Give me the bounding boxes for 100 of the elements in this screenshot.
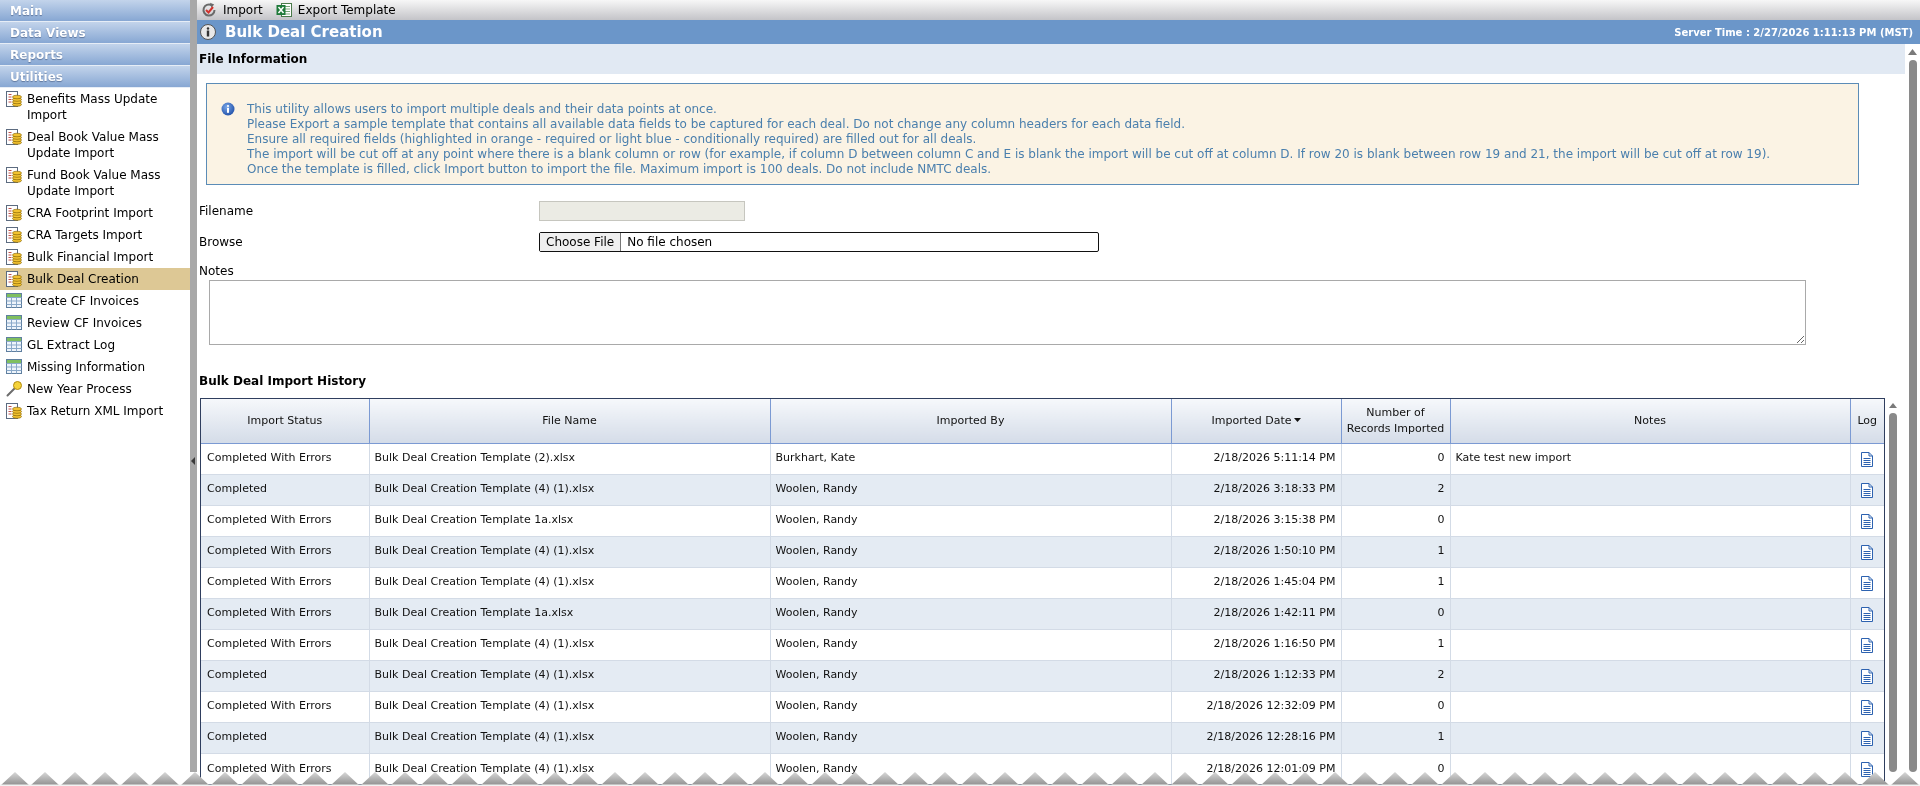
table-cell: 1 <box>1341 629 1450 660</box>
table-cell: Bulk Deal Creation Template (4) (1).xlsx <box>369 660 770 691</box>
table-cell: Woolen, Randy <box>770 505 1171 536</box>
table-cell: Woolen, Randy <box>770 660 1171 691</box>
document-coins-icon <box>6 249 22 265</box>
table-cell: 2 <box>1341 474 1450 505</box>
table-cell: Completed With Errors <box>201 536 369 567</box>
table-cell: Completed With Errors <box>201 567 369 598</box>
section-title: Bulk Deal Import History <box>199 374 367 388</box>
table-cell: Woolen, Randy <box>770 598 1171 629</box>
section-title: File Information <box>199 51 308 68</box>
document-coins-icon <box>6 129 22 145</box>
field-label: Filename <box>199 204 254 218</box>
table-cell: Bulk Deal Creation Template (4) (1).xlsx <box>369 691 770 722</box>
scrollbar-thumb[interactable] <box>1888 413 1897 772</box>
scroll-up-arrow-icon[interactable] <box>1908 49 1917 55</box>
sort-descending-icon <box>1293 417 1301 422</box>
table-cell: 2/18/2026 3:18:33 PM <box>1171 474 1341 505</box>
document-coins-icon <box>6 271 22 287</box>
document-icon[interactable] <box>1861 730 1874 746</box>
table-cell: Woolen, Randy <box>770 629 1171 660</box>
document-coins-icon <box>6 227 22 243</box>
document-icon[interactable] <box>1861 761 1874 777</box>
server-time: Server Time : 2/27/2026 1:11:13 PM (MST) <box>1674 25 1913 40</box>
document-coins-icon <box>6 205 22 221</box>
table-icon <box>6 315 22 330</box>
table-cell: 2/18/2026 3:15:38 PM <box>1171 505 1341 536</box>
table-cell: 0 <box>1341 443 1450 474</box>
wand-icon <box>6 381 22 397</box>
column-header[interactable]: Import Status <box>201 399 369 443</box>
notice-text: Ensure all required fields (highlighted in orange - required or light blue - conditionally required) are filled out for all deals. <box>247 132 977 147</box>
choose-file-button[interactable]: Choose File <box>540 233 622 251</box>
sidebar-item[interactable]: Bulk Deal Creation <box>0 268 190 290</box>
table-cell: 0 <box>1341 691 1450 722</box>
table-icon <box>6 337 22 352</box>
table-cell: Completed <box>201 660 369 691</box>
table-cell: Completed With Errors <box>201 443 369 474</box>
document-icon[interactable] <box>1861 637 1874 653</box>
column-header[interactable]: Notes <box>1450 399 1850 443</box>
table-cell: Burkhart, Kate <box>770 443 1171 474</box>
toolbar-button[interactable]: Import <box>201 1 263 19</box>
table-cell: 2 <box>1341 660 1450 691</box>
table-cell: 2/18/2026 1:12:33 PM <box>1171 660 1341 691</box>
document-coins-icon <box>6 91 22 107</box>
table-cell: 0 <box>1341 598 1450 629</box>
table-cell: Woolen, Randy <box>770 722 1171 753</box>
column-header[interactable]: Imported Date <box>1171 399 1341 443</box>
table-cell: Bulk Deal Creation Template (4) (1).xlsx <box>369 536 770 567</box>
document-icon[interactable] <box>1861 575 1874 591</box>
table-cell: 2/18/2026 1:42:11 PM <box>1171 598 1341 629</box>
column-header[interactable]: Number of Records Imported <box>1341 399 1450 443</box>
document-coins-icon <box>6 403 22 419</box>
table-cell: 1 <box>1341 536 1450 567</box>
document-icon[interactable] <box>1861 699 1874 715</box>
table-cell: Bulk Deal Creation Template (4) (1).xlsx <box>369 474 770 505</box>
spreadsheet-icon <box>275 2 292 18</box>
document-coins-icon <box>6 167 22 183</box>
table-cell: 2/18/2026 1:45:04 PM <box>1171 567 1341 598</box>
table-cell: Kate test new import <box>1450 443 1850 474</box>
table-cell: 1 <box>1341 567 1450 598</box>
column-header[interactable]: File Name <box>369 399 770 443</box>
column-header[interactable]: Imported By <box>770 399 1171 443</box>
column-header[interactable]: Log <box>1850 399 1884 443</box>
table-icon <box>6 359 22 374</box>
table-cell: Completed With Errors <box>201 505 369 536</box>
table-cell: Completed With Errors <box>201 691 369 722</box>
table-cell: 2/18/2026 12:32:09 PM <box>1171 691 1341 722</box>
document-icon[interactable] <box>1861 451 1874 467</box>
document-icon[interactable] <box>1861 482 1874 498</box>
circular-arrow-check-icon <box>201 2 217 18</box>
table-cell: 2/18/2026 5:11:14 PM <box>1171 443 1341 474</box>
table-cell: Bulk Deal Creation Template (4) (1).xlsx <box>369 722 770 753</box>
table-cell: Completed With Errors <box>201 598 369 629</box>
file-status-text: No file chosen <box>627 234 713 251</box>
document-icon[interactable] <box>1861 606 1874 622</box>
notes-field[interactable] <box>209 280 1806 345</box>
scrollbar-thumb[interactable] <box>1908 60 1917 772</box>
document-icon[interactable] <box>1861 544 1874 560</box>
notice-text: The import will be cut off at any point where there is a blank column or row (for example, if column D between column C and E is blank the import will be cut off at column D. If row 20 is blank between row 19 and 21, the import will be cut off at row 19). <box>247 147 1771 162</box>
table-cell: Bulk Deal Creation Template 1a.xlsx <box>369 505 770 536</box>
table-cell: Woolen, Randy <box>770 567 1171 598</box>
table-cell: 2/18/2026 1:50:10 PM <box>1171 536 1341 567</box>
scroll-up-arrow-icon[interactable] <box>1888 403 1897 408</box>
table-icon <box>6 293 22 308</box>
page-title: Bulk Deal Creation <box>225 21 383 43</box>
field-label: Notes <box>199 264 234 278</box>
table-cell: Completed With Errors <box>201 629 369 660</box>
table-cell: Completed <box>201 722 369 753</box>
table-cell: 1 <box>1341 722 1450 753</box>
toolbar-button[interactable]: Export Template <box>275 1 396 19</box>
table-cell: Woolen, Randy <box>770 536 1171 567</box>
table-cell: 2/18/2026 12:28:16 PM <box>1171 722 1341 753</box>
table-cell: Bulk Deal Creation Template 1a.xlsx <box>369 598 770 629</box>
file-picker-field[interactable]: Choose File No file chosen <box>539 232 1099 252</box>
document-icon[interactable] <box>1861 513 1874 529</box>
notice-text: Once the template is filled, click Import button to import the file. Maximum import is 100 deals. Do not include NMTC deals. <box>247 162 992 177</box>
document-icon[interactable] <box>1861 668 1874 684</box>
notice-text: Please Export a sample template that contains all available data fields to be captured for each deal. Do not change any column headers for each data field. <box>247 117 1185 132</box>
collapse-arrow-icon[interactable] <box>191 457 195 465</box>
table-cell: 2/18/2026 1:16:50 PM <box>1171 629 1341 660</box>
